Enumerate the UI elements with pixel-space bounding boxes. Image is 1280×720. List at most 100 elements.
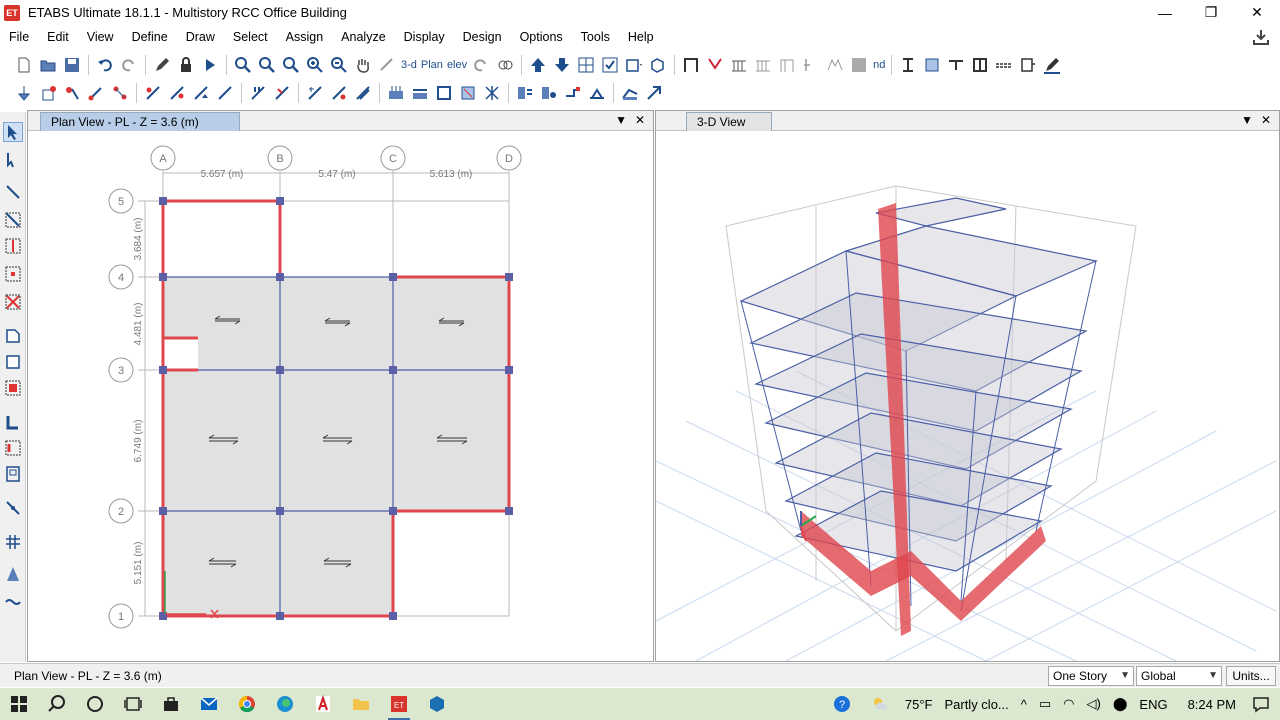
wall-section-icon[interactable] [1018, 55, 1038, 75]
zoom-in-icon[interactable] [305, 55, 325, 75]
slab-load-icon[interactable] [458, 83, 478, 103]
area-uniform-icon[interactable] [410, 83, 430, 103]
pencil-icon[interactable] [152, 55, 172, 75]
pen-color-icon[interactable] [1042, 55, 1062, 75]
clock[interactable]: 8:24 PM [1188, 697, 1236, 712]
draw-opening-icon[interactable] [3, 464, 23, 484]
view-3d-button[interactable]: 3-d [401, 59, 417, 71]
units-button[interactable]: Units... [1226, 666, 1276, 686]
run-analysis-icon[interactable] [200, 55, 220, 75]
panel-zone-icon[interactable] [110, 83, 130, 103]
acrobat-icon[interactable] [304, 688, 342, 720]
joint-spring-icon[interactable] [38, 83, 58, 103]
frame-release-icon[interactable] [143, 83, 163, 103]
menu-select[interactable]: Select [224, 25, 277, 49]
draw-wall-icon[interactable] [3, 412, 23, 432]
coord-system-select[interactable]: Global ▼ [1136, 666, 1222, 686]
plan-drawing[interactable]: A B C D 5 4 3 2 1 5.657 (m) 5.47 (m) 5.6… [28, 131, 653, 661]
plan-view-tab[interactable]: Plan View - PL - Z = 3.6 (m) [40, 112, 240, 131]
rubber-band-icon[interactable] [377, 55, 397, 75]
diaphragm-icon[interactable] [86, 83, 106, 103]
plan-canvas[interactable]: A B C D 5 4 3 2 1 5.657 (m) 5.47 (m) 5.6… [28, 131, 653, 661]
menu-file[interactable]: File [0, 25, 38, 49]
menu-draw[interactable]: Draw [177, 25, 224, 49]
frame-temperature-icon[interactable] [272, 83, 292, 103]
check-icon[interactable] [600, 55, 620, 75]
shell-load-icon[interactable] [305, 83, 325, 103]
mail-icon[interactable] [190, 688, 228, 720]
panel-dropdown-icon[interactable]: ▼ [615, 113, 627, 127]
section-icon[interactable] [898, 55, 918, 75]
quick-draw-beam-icon[interactable] [3, 236, 23, 256]
joint-mass-icon[interactable] [62, 83, 82, 103]
draw-dimension-icon[interactable] [3, 564, 23, 584]
quick-draw-wall-icon[interactable] [3, 438, 23, 458]
file-explorer-icon[interactable] [342, 688, 380, 720]
network-icon[interactable]: ◠ [1063, 696, 1074, 712]
redo-icon[interactable] [119, 55, 139, 75]
deck-icon[interactable] [753, 55, 773, 75]
column-section-icon[interactable] [970, 55, 990, 75]
etabs-taskbar-icon[interactable]: ET [380, 688, 418, 720]
joint-icon[interactable] [801, 55, 821, 75]
weather-icon[interactable] [861, 688, 899, 720]
force-diagram-icon[interactable] [644, 83, 664, 103]
story-down-icon[interactable] [552, 55, 572, 75]
frame-local-axes-icon[interactable] [215, 83, 235, 103]
frame-load-icon[interactable] [248, 83, 268, 103]
chrome-icon[interactable] [228, 688, 266, 720]
menu-assign[interactable]: Assign [277, 25, 333, 49]
column-icon[interactable] [777, 55, 797, 75]
elevation-view-button[interactable]: elev [447, 59, 467, 71]
quick-draw-column-icon[interactable] [3, 264, 23, 284]
brace-icon[interactable] [705, 55, 725, 75]
mesh-icon[interactable] [482, 83, 502, 103]
perspective-icon[interactable] [495, 55, 515, 75]
shell-pier-icon[interactable] [329, 83, 349, 103]
language-indicator[interactable]: ENG [1139, 697, 1167, 712]
antivirus-icon[interactable]: ⬤ [1113, 696, 1128, 712]
view-3d-tab[interactable]: 3-D View [686, 112, 772, 131]
draw-grid-icon[interactable] [3, 532, 23, 552]
restore-button[interactable]: ❐ [1188, 0, 1234, 25]
save-icon[interactable] [62, 55, 82, 75]
panel-dropdown-icon[interactable]: ▼ [1241, 113, 1253, 127]
menu-tools[interactable]: Tools [572, 25, 619, 49]
show-shell-loads-icon[interactable] [587, 83, 607, 103]
object-shrink-icon[interactable] [648, 55, 668, 75]
close-button[interactable]: ✕ [1234, 0, 1280, 25]
quick-draw-floor-icon[interactable] [3, 378, 23, 398]
show-frame-loads-icon[interactable] [539, 83, 559, 103]
zoom-window-icon[interactable] [233, 55, 253, 75]
beam-section-icon[interactable] [946, 55, 966, 75]
wind-load-icon[interactable] [434, 83, 454, 103]
area-load-icon[interactable] [386, 83, 406, 103]
lock-icon[interactable] [176, 55, 196, 75]
reshape-icon[interactable] [3, 150, 23, 170]
rotate-icon[interactable] [471, 55, 491, 75]
panel-close-icon[interactable]: ✕ [1261, 113, 1271, 127]
deformed-shape-icon[interactable] [620, 83, 640, 103]
menu-edit[interactable]: Edit [38, 25, 78, 49]
menu-view[interactable]: View [78, 25, 123, 49]
draw-line-icon[interactable] [3, 182, 23, 202]
draw-floor-icon[interactable] [3, 326, 23, 346]
draw-link-icon[interactable] [3, 498, 23, 518]
model-3d-drawing[interactable] [655, 131, 1279, 662]
wall-icon[interactable] [729, 55, 749, 75]
zoom-out-icon[interactable] [329, 55, 349, 75]
frame-offset-icon[interactable] [167, 83, 187, 103]
fill-icon[interactable] [849, 55, 869, 75]
windows-start-icon[interactable] [0, 688, 38, 720]
new-model-icon[interactable] [14, 55, 34, 75]
panel-close-icon[interactable]: ✕ [635, 113, 645, 127]
plan-view-button[interactable]: Plan [421, 59, 443, 71]
edge-icon[interactable] [266, 688, 304, 720]
zoom-restore-icon[interactable] [257, 55, 277, 75]
show-loads-icon[interactable] [515, 83, 535, 103]
menu-options[interactable]: Options [511, 25, 572, 49]
view-3d-canvas[interactable] [655, 131, 1279, 662]
app-cube-icon[interactable] [418, 688, 456, 720]
set-display-icon[interactable] [624, 55, 644, 75]
menu-analyze[interactable]: Analyze [332, 25, 394, 49]
